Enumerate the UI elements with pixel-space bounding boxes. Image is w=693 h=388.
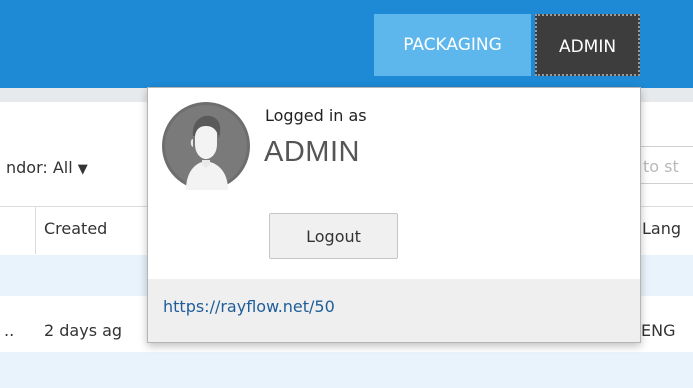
popover-footer: https://rayflow.net/50 [148, 279, 640, 342]
username: ADMIN [264, 136, 360, 168]
top-nav-bar: PACKAGING ADMIN [0, 0, 693, 88]
nav-item-admin[interactable]: ADMIN [535, 14, 640, 76]
table-cell-language: ENG [641, 321, 676, 340]
footer-link[interactable]: https://rayflow.net/50 [163, 297, 335, 316]
vendor-filter-dropdown[interactable]: ndor: All ▼ [6, 158, 88, 177]
table-row[interactable] [0, 352, 693, 388]
search-input[interactable] [637, 147, 693, 185]
search-box[interactable] [636, 146, 693, 185]
table-cell-truncated: .. [4, 321, 15, 340]
column-divider[interactable] [35, 206, 36, 254]
table-cell-created: 2 days ag [44, 321, 123, 340]
logout-button[interactable]: Logout [269, 213, 398, 259]
nav-item-packaging[interactable]: PACKAGING [374, 14, 531, 76]
column-header-language[interactable]: Lang [642, 219, 681, 238]
user-avatar-icon [162, 102, 250, 190]
logged-in-label: Logged in as [265, 106, 367, 125]
column-header-created[interactable]: Created [44, 219, 107, 238]
caret-down-icon: ▼ [77, 162, 88, 177]
user-menu-popover: Logged in as ADMIN Logout https://rayflo… [147, 87, 641, 343]
vendor-filter-label: ndor: All [6, 158, 73, 177]
